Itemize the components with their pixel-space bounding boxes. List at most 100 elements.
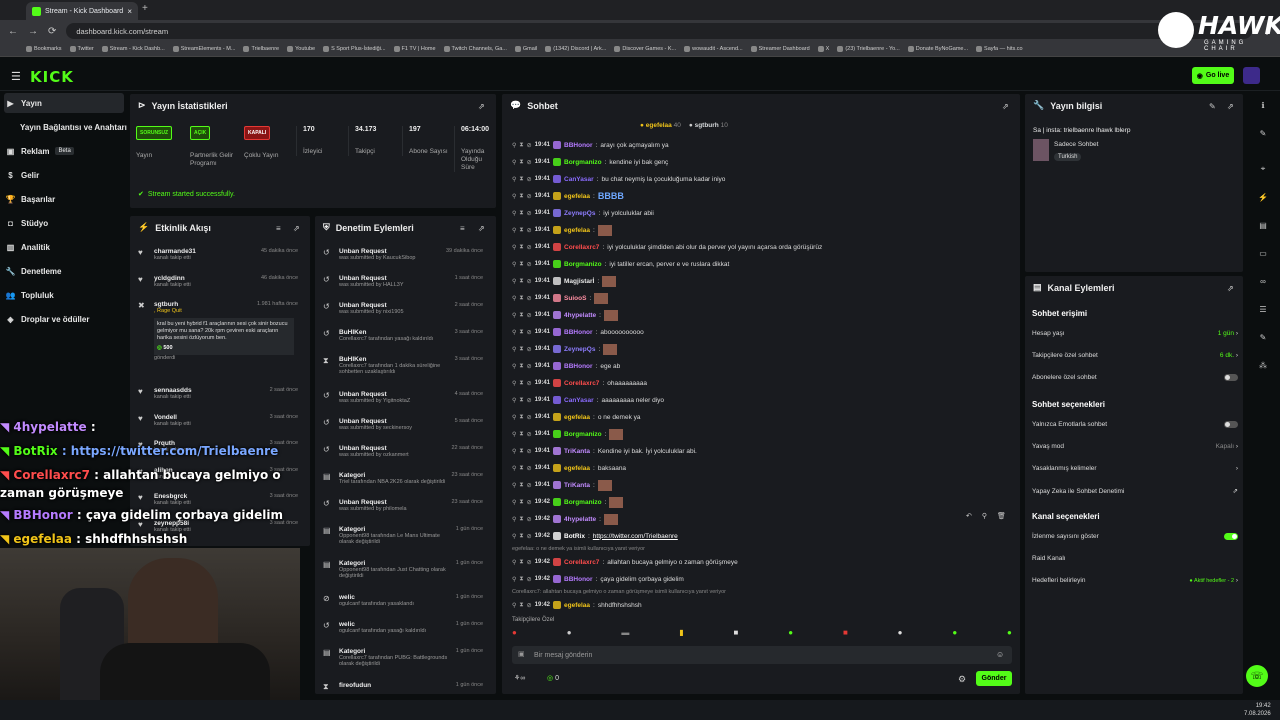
bookmark-item[interactable]: wowaudit - Ascend... [684,46,743,52]
chat-username[interactable]: Borgmanizo [564,159,602,166]
chat-message[interactable]: ⚲ ⧗ ⊘ 19:41 egefelaa: o ne demek ya [512,410,641,424]
bookmark-item[interactable]: Discover Games - K... [614,46,676,52]
chat-username[interactable]: Corellaxrc7 [564,380,599,387]
pen-icon[interactable]: ✎ [1256,126,1270,140]
ban-icon[interactable]: ⊘ [527,482,532,489]
timeout-icon[interactable]: ⧗ [519,278,523,285]
activity-item[interactable]: ✖ sgtburh, Rage Quit kral bu yeni hybrid f… [138,301,298,387]
activity-item[interactable]: ♥ charmande31 kanalı takip etti 45 dakika ö… [138,248,298,274]
sidebar-item-7[interactable]: 🔧 Denetleme [6,261,62,281]
followers-only-row[interactable]: Takipçilere özel sohbet 6 dk. › [1032,352,1238,359]
chat-message[interactable]: ⚲ ⧗ ⊘ 19:41 egefelaa: baksaana [512,461,626,475]
pin-icon[interactable]: ⚲ [512,193,516,200]
bookmark-item[interactable]: S Sport Plus-İstediği... [323,46,386,52]
chat-username[interactable]: BBHonor [564,142,593,149]
timeout-icon[interactable]: ⧗ [519,244,523,251]
ban-icon[interactable]: ⊘ [527,193,532,200]
ban-icon[interactable]: ⊘ [527,295,532,302]
pin-icon[interactable]: ⚲ [512,397,516,404]
timeout-icon[interactable]: ⧗ [519,431,523,438]
banned-words-row[interactable]: Yasaklanmış kelimeler › [1032,465,1238,472]
sidebar-item-3[interactable]: $ Gelir [6,165,39,185]
reply-icon[interactable]: ↶ [966,512,972,520]
chat-username[interactable]: Corellaxrc7 [564,559,599,566]
chat-username[interactable]: BBHonor [564,576,593,583]
timeout-icon[interactable]: ⧗ [519,227,523,234]
chat-message[interactable]: ⚲ ⧗ ⊘ 19:41 CanYasar: aaaaaaaaa neler diyo [512,393,664,407]
chat-message[interactable]: ⚲⧗ ⊘19:41 4hypelatte:[emote] [512,308,618,322]
emote-only-row[interactable]: Yalnızca Emotlarla sohbet [1032,421,1238,428]
close-tab-icon[interactable]: × [127,7,132,16]
chat-username[interactable]: 4hypelatte [564,312,596,319]
bookmark-item[interactable]: Twitch Channels, Ga... [443,46,507,52]
pin-icon[interactable]: ⚲ [512,516,516,523]
back-icon[interactable]: ← [8,26,18,37]
chat-username[interactable]: egefelaa [564,414,590,421]
emote-icon[interactable]: ● [952,628,957,640]
sidebar-item-2[interactable]: ▣ Reklam Beta [6,141,74,161]
sidebar-item-0[interactable]: ▶ Yayın [6,93,41,113]
chat-message[interactable]: ⚲ ⧗ ⊘ 19:41 Corellaxrc7: ohaaaaaaaaa [512,376,647,390]
activity-item[interactable]: ♥ Vondell kanalı takip etti 3 saat önce [138,414,298,440]
sidebar-item-4[interactable]: 🏆 Başarılar [6,189,56,209]
ban-icon[interactable]: ⊘ [527,261,532,268]
pin-icon[interactable]: ⚲ [512,414,516,421]
ban-icon[interactable]: ⊘ [527,448,532,455]
activity-item[interactable]: ♥ ycldgdinn kanalı takip etti 46 dakika önc… [138,275,298,301]
chat-message[interactable]: ⚲ ⧗ ⊘ 19:41 Corellaxrc7: iyi yolculuklar şimd… [512,240,822,254]
ban-icon[interactable]: ⊘ [527,465,532,472]
chat-message[interactable]: ⚲ ⧗ ⊘ 19:41 TriKanta: Kendine iyi bak. İyi yo… [512,444,697,458]
bookmark-item[interactable]: Trielbaenre [243,46,279,52]
chat-message[interactable]: ⚲⧗ ⊘19:41 Magjistarİ:[emote] [512,274,617,288]
timeout-icon[interactable]: ⧗ [519,295,523,302]
chat-username[interactable]: Corellaxrc7 [564,244,599,251]
bookmark-item[interactable]: StreamElements - M... [172,46,235,52]
ban-icon[interactable]: ⊘ [527,397,532,404]
forward-icon[interactable]: → [28,26,38,37]
chat-message[interactable]: ⚲⧗ ⊘19:42 Borgmanizo:[emote] [512,495,624,509]
edit-icon[interactable]: ✎ [1209,102,1216,111]
chat-message[interactable]: ⚲ ⧗ ⊘ 19:42 egefelaa: shhdfhhshshsh [512,598,642,612]
timeout-icon[interactable]: ⧗ [519,363,523,370]
emote-icon[interactable]: ● [788,628,793,640]
info-icon[interactable]: ℹ [1256,98,1270,112]
chat-username[interactable]: 4hypelatte [564,516,596,523]
pin-icon[interactable]: ⚲ [982,512,987,520]
chat-message[interactable]: ⚲⧗ ⊘19:41 egefelaa:[emote] [512,223,612,237]
bookmark-item[interactable]: Twitter [69,46,94,52]
chat-username[interactable]: SuiooS [564,295,586,302]
chat-username[interactable]: egefelaa [564,465,590,472]
ban-icon[interactable]: ⊘ [527,312,532,319]
avatar[interactable] [1243,67,1260,84]
pin-icon[interactable]: ⚲ [512,482,516,489]
timeout-icon[interactable]: ⧗ [519,193,523,200]
pin-icon[interactable]: ⚲ [512,329,516,336]
emote-icon[interactable]: ● [512,628,517,640]
chat-message[interactable]: ⚲ ⧗ ⊘ 19:41 BBHonor: arayı çok açmayalım ya [512,138,669,152]
bolt-icon[interactable]: ⚡ [1256,190,1270,204]
chat-settings-icon[interactable]: ⚙ [958,674,966,685]
subscribers-only-toggle[interactable] [1224,374,1238,381]
ban-icon[interactable]: ⊘ [527,227,532,234]
ai-moderation-row[interactable]: Yapay Zeka ile Sohbet Denetimi ⇗ [1032,487,1238,496]
pin-icon[interactable]: ⚲ [512,576,516,583]
chat-username[interactable]: TriKanta [564,482,590,489]
list-icon[interactable]: ☰ [1256,302,1270,316]
chat-username[interactable]: ZeynepQs [564,210,595,217]
popout-icon[interactable]: ⇗ [478,224,485,233]
chat-username[interactable]: Borgmanizo [564,431,602,438]
ban-icon[interactable]: ⊘ [527,210,532,217]
timeout-icon[interactable]: ⧗ [519,516,523,523]
timeout-icon[interactable]: ⧗ [519,159,523,166]
go-live-button[interactable]: ◉ Go live [1192,67,1234,84]
emote-icon[interactable]: ● [898,628,903,640]
menu-icon[interactable]: ☰ [11,70,21,83]
bookmark-item[interactable]: Donate ByNoGame... [907,46,968,52]
ban-icon[interactable]: ⊘ [527,431,532,438]
chat-message[interactable]: ⚲ ⧗ ⊘ 19:42 BBHonor: çaya gidelim çorbaya gid… [512,572,684,586]
timeout-icon[interactable]: ⧗ [519,380,523,387]
pin-icon[interactable]: ⚲ [512,159,516,166]
pin-icon[interactable]: ⚲ [512,176,516,183]
timeout-icon[interactable]: ⧗ [519,465,523,472]
pin-icon[interactable]: ⚲ [512,210,516,217]
